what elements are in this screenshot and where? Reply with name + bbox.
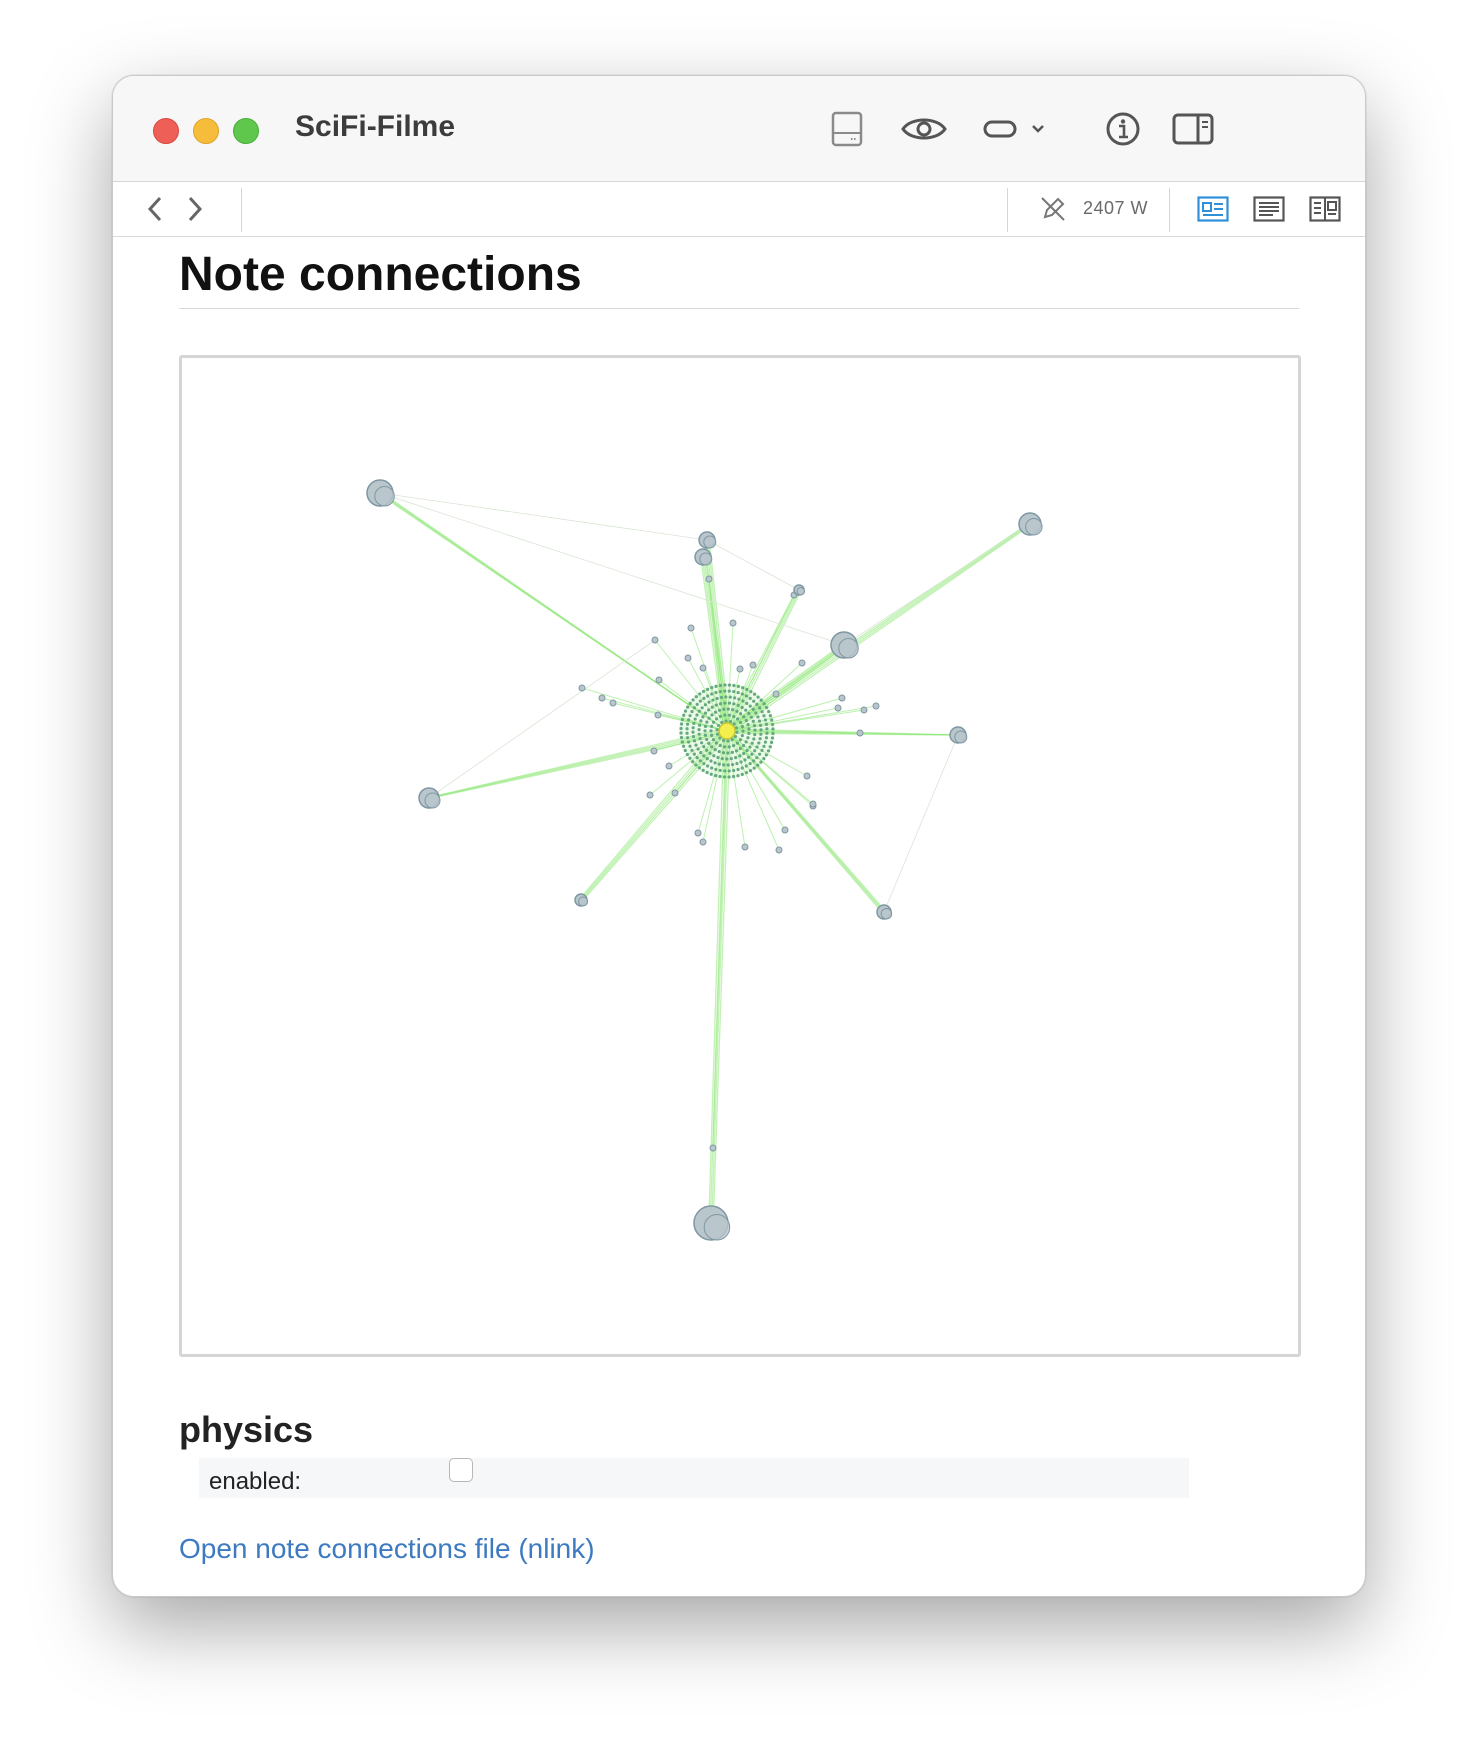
graph-node[interactable] — [803, 772, 811, 780]
graph-node[interactable] — [834, 704, 842, 712]
back-button[interactable] — [139, 192, 171, 226]
window-title: SciFi-Filme — [295, 110, 456, 143]
graph-node[interactable] — [954, 730, 968, 744]
graph-node[interactable] — [654, 711, 662, 719]
graph-node[interactable] — [609, 699, 617, 707]
note-connections-graph[interactable] — [179, 355, 1301, 1357]
graph-edge — [843, 523, 1031, 646]
graph-node[interactable] — [709, 1144, 717, 1152]
heading-rule — [179, 308, 1299, 309]
text-layout-icon — [1253, 196, 1285, 222]
toggle-icon[interactable] — [981, 106, 1051, 152]
graph-node[interactable] — [880, 908, 893, 920]
forward-button[interactable] — [179, 192, 211, 226]
split-layout-button[interactable] — [1307, 192, 1343, 226]
close-window-button[interactable] — [153, 118, 179, 144]
chevron-left-icon — [147, 196, 162, 222]
toolbar-divider — [241, 188, 242, 232]
pencil-off-icon[interactable] — [1037, 192, 1069, 226]
preview-layout-icon — [1197, 196, 1229, 222]
graph-node[interactable] — [665, 762, 673, 770]
graph-node[interactable] — [684, 654, 692, 662]
graph-node[interactable] — [687, 624, 695, 632]
eye-icon[interactable] — [899, 106, 949, 152]
graph-node[interactable] — [578, 896, 589, 907]
text-layout-button[interactable] — [1251, 192, 1287, 226]
physics-enabled-checkbox[interactable] — [449, 1458, 473, 1482]
graph-node[interactable] — [741, 843, 749, 851]
graph-node[interactable] — [775, 846, 783, 854]
graph-node[interactable] — [699, 838, 707, 846]
graph-node[interactable] — [798, 659, 806, 667]
toolbar-divider — [1007, 188, 1008, 232]
graph-node[interactable] — [860, 706, 868, 714]
graph-node[interactable] — [736, 665, 744, 673]
sidebar-icon[interactable] — [1171, 106, 1215, 152]
graph-center-node[interactable] — [718, 722, 736, 740]
graph-node[interactable] — [598, 694, 606, 702]
graph-node[interactable] — [694, 829, 702, 837]
editor-icon[interactable] — [827, 106, 867, 152]
graph-node[interactable] — [703, 535, 717, 549]
physics-heading: physics — [179, 1409, 314, 1450]
word-count: 2407 W — [1083, 198, 1149, 218]
graph-node[interactable] — [699, 552, 713, 566]
minimize-window-button[interactable] — [193, 118, 219, 144]
graph-node[interactable] — [856, 729, 864, 737]
graph-node[interactable] — [772, 690, 780, 698]
title-bar: SciFi-Filme — [113, 76, 1365, 182]
graph-node[interactable] — [651, 636, 659, 644]
graph-node[interactable] — [872, 702, 880, 710]
graph-node[interactable] — [705, 575, 713, 583]
graph-edge — [381, 492, 731, 734]
graph-node[interactable] — [424, 792, 441, 809]
graph-edge — [729, 523, 1033, 734]
graph-node[interactable] — [703, 1214, 731, 1241]
graph-node[interactable] — [646, 791, 654, 799]
graph-node[interactable] — [838, 694, 846, 702]
open-nlink-file-link[interactable]: Open note connections file (nlink) — [179, 1533, 595, 1565]
graph-node[interactable] — [578, 684, 586, 692]
graph-node[interactable] — [671, 789, 679, 797]
graph-canvas[interactable] — [182, 358, 1292, 1348]
graph-node[interactable] — [809, 800, 817, 808]
info-icon[interactable] — [1103, 106, 1143, 152]
graph-node[interactable] — [650, 747, 658, 755]
graph-node[interactable] — [729, 619, 737, 627]
graph-node[interactable] — [699, 664, 707, 672]
graph-node[interactable] — [749, 661, 757, 669]
enabled-label: enabled: — [209, 1468, 302, 1495]
graph-edge — [379, 492, 708, 541]
toolbar-divider — [1169, 188, 1170, 232]
graph-edge — [379, 492, 845, 646]
chevron-right-icon — [188, 196, 203, 222]
graph-node[interactable] — [838, 638, 859, 659]
preview-content: Note connections physics enabled: Open n… — [113, 237, 1365, 1596]
graph-node[interactable] — [374, 486, 395, 507]
toolbar: 2407 W — [113, 182, 1365, 237]
graph-edge — [706, 539, 800, 591]
physics-enabled-row: enabled: — [199, 1458, 1189, 1498]
graph-node[interactable] — [781, 826, 789, 834]
graph-edge — [883, 734, 959, 913]
page-title: Note connections — [179, 248, 582, 301]
graph-node[interactable] — [796, 587, 805, 596]
split-layout-icon — [1309, 196, 1341, 222]
graph-edge — [712, 730, 728, 1149]
zoom-window-button[interactable] — [233, 118, 259, 144]
graph-node[interactable] — [655, 676, 663, 684]
app-window: SciFi-Filme 2407 W Note connections phys… — [112, 75, 1366, 1597]
graph-node[interactable] — [1025, 518, 1043, 536]
preview-layout-button[interactable] — [1195, 192, 1231, 226]
